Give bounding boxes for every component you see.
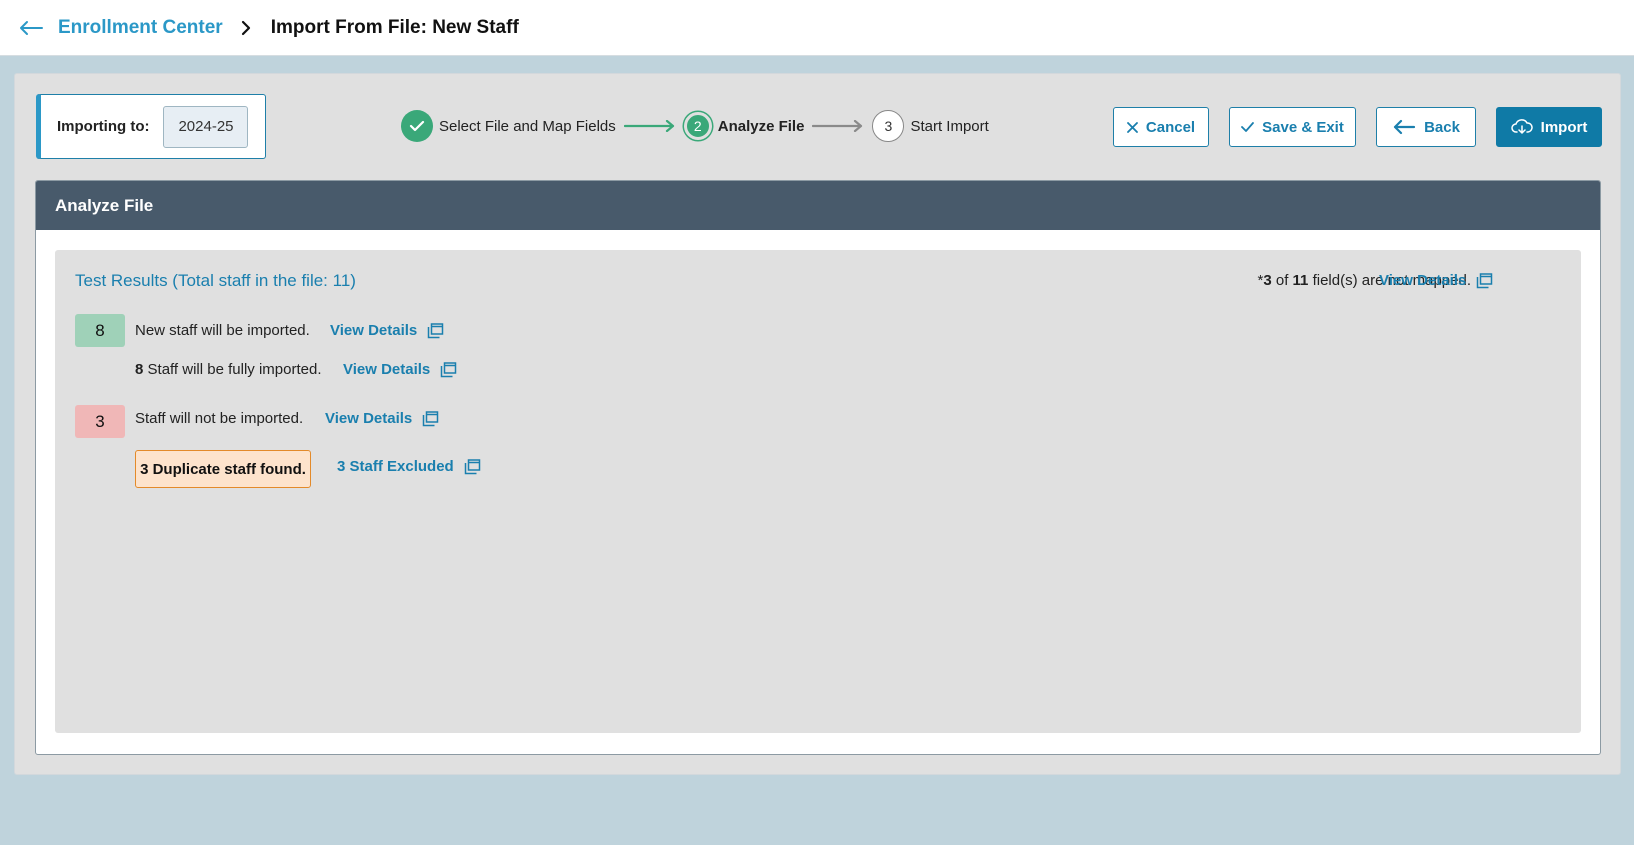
top-bar: Enrollment Center Import From File: New … [0, 0, 1634, 56]
back-label: Back [1424, 118, 1460, 136]
analyze-file-panel: Analyze File Test Results (Total staff i… [35, 180, 1601, 755]
panel-title: Analyze File [36, 181, 1600, 230]
page-title: Import From File: New Staff [270, 16, 519, 38]
unmapped-view-details-link[interactable]: View Details [1379, 272, 1493, 289]
test-results-area: Test Results (Total staff in the file: 1… [55, 250, 1581, 733]
new-staff-text: New staff will be imported. [135, 322, 310, 339]
open-window-icon [428, 322, 444, 338]
import-container: Importing to: 2024-25 Select File and Ma… [14, 73, 1621, 775]
not-imported-count-badge: 3 [75, 405, 125, 438]
import-label: Import [1540, 118, 1588, 136]
step-1-check-icon [401, 110, 433, 142]
step-2-label: Analyze File [717, 117, 805, 135]
new-staff-count-badge: 8 [75, 314, 125, 347]
new-staff-view-details-link[interactable]: View Details [330, 322, 444, 339]
duplicate-staff-warning: 3 Duplicate staff found. [135, 450, 311, 488]
importing-to-box: Importing to: 2024-25 [36, 94, 266, 159]
save-exit-button[interactable]: Save & Exit [1229, 107, 1356, 147]
not-imported-text: Staff will not be imported. [135, 410, 304, 427]
staff-excluded-link[interactable]: 3 Staff Excluded [337, 458, 481, 475]
save-exit-label: Save & Exit [1262, 118, 1344, 136]
arrow-right-icon [812, 120, 864, 132]
not-imported-view-details-link[interactable]: View Details [325, 410, 439, 427]
open-window-icon [441, 361, 457, 377]
open-window-icon [464, 458, 480, 474]
fully-imported-view-details-link[interactable]: View Details [343, 361, 457, 378]
open-window-icon [423, 410, 439, 426]
arrow-left-icon [1393, 119, 1416, 135]
fully-imported-text: 8 Staff will be fully imported. [135, 361, 322, 378]
arrow-right-icon [623, 120, 676, 132]
back-button[interactable]: Back [1376, 107, 1476, 147]
chevron-right-icon [241, 19, 255, 37]
arrow-left-icon[interactable] [18, 18, 46, 38]
step-1-label: Select File and Map Fields [439, 117, 616, 135]
importing-to-label: Importing to: [57, 118, 150, 135]
step-3-number: 3 [872, 110, 905, 142]
breadcrumb-enrollment-center[interactable]: Enrollment Center [58, 17, 223, 39]
close-icon [1126, 121, 1138, 133]
cloud-download-icon [1510, 119, 1533, 134]
cancel-label: Cancel [1145, 118, 1196, 136]
check-icon [1241, 122, 1255, 132]
step-2-number: 2 [683, 112, 712, 140]
open-window-icon [1477, 272, 1493, 288]
cancel-button[interactable]: Cancel [1113, 107, 1209, 147]
school-year-value: 2024-25 [163, 105, 249, 148]
step-3-label: Start Import [910, 117, 989, 135]
import-stepper: Select File and Map Fields 2 Analyze Fil… [401, 110, 989, 142]
results-title: Test Results (Total staff in the file: 1… [75, 271, 356, 290]
import-button[interactable]: Import [1496, 107, 1602, 147]
